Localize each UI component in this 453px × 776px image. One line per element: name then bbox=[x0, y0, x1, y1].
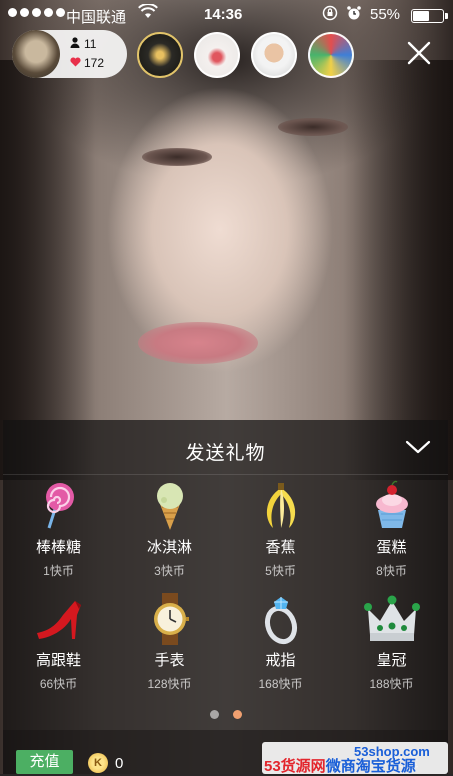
host-info-pill[interactable]: 11 172 bbox=[12, 30, 127, 78]
close-icon[interactable] bbox=[402, 36, 436, 70]
gift-price: 66快币 bbox=[39, 677, 78, 691]
person-icon bbox=[70, 37, 84, 51]
gift-name: 高跟鞋 bbox=[35, 652, 81, 669]
gift-item-crown[interactable]: 皇冠 188快币 bbox=[336, 593, 447, 703]
gift-price: 168快币 bbox=[258, 677, 303, 691]
gift-name: 蛋糕 bbox=[376, 539, 407, 556]
coin-icon: K bbox=[88, 753, 108, 773]
gift-name: 冰淇淋 bbox=[146, 539, 192, 556]
gift-name: 皇冠 bbox=[376, 652, 407, 669]
gift-price: 1快币 bbox=[43, 564, 74, 578]
recharge-button[interactable]: 充值 bbox=[16, 750, 73, 774]
video-eye-right bbox=[278, 118, 348, 136]
gift-price: 188快币 bbox=[369, 677, 414, 691]
crown-icon bbox=[362, 593, 422, 645]
gift-name: 手表 bbox=[154, 652, 185, 669]
carrier-name: 中国联通 bbox=[66, 9, 127, 26]
watermark-brand: 53货源网微商淘宝货源 bbox=[264, 755, 416, 776]
gift-item-banana[interactable]: 香蕉 5快币 bbox=[225, 480, 336, 590]
like-count: 172 bbox=[84, 56, 105, 70]
battery-fill bbox=[413, 11, 429, 21]
gift-item-cake[interactable]: 蛋糕 8快币 bbox=[336, 480, 447, 590]
gift-price: 8快币 bbox=[376, 564, 407, 578]
page-indicator bbox=[210, 710, 242, 719]
clock-time: 14:36 bbox=[204, 6, 243, 23]
high-heel-icon bbox=[29, 593, 89, 645]
viewer-avatar[interactable] bbox=[137, 32, 183, 78]
video-shade-left bbox=[0, 60, 95, 480]
lollipop-icon bbox=[29, 480, 89, 532]
viewer-count-row: 11 bbox=[70, 37, 96, 51]
alarm-icon bbox=[346, 5, 362, 24]
gift-item-watch[interactable]: 手表 128快币 bbox=[114, 593, 225, 703]
watermark-brand-red: 53货源网 bbox=[264, 758, 326, 775]
gift-item-high-heel[interactable]: 高跟鞋 66快币 bbox=[3, 593, 114, 703]
ice-cream-icon bbox=[140, 480, 200, 532]
gift-name: 戒指 bbox=[265, 652, 296, 669]
host-avatar[interactable] bbox=[12, 30, 60, 78]
heart-icon bbox=[70, 57, 84, 70]
gift-item-ring[interactable]: 戒指 168快币 bbox=[225, 593, 336, 703]
battery-icon bbox=[411, 9, 448, 23]
viewer-avatar[interactable] bbox=[194, 32, 240, 78]
chevron-down-icon[interactable] bbox=[401, 432, 435, 462]
signal-dots-icon bbox=[8, 8, 65, 17]
viewer-avatar[interactable] bbox=[251, 32, 297, 78]
like-count-row: 172 bbox=[70, 56, 104, 70]
gift-price: 5快币 bbox=[265, 564, 296, 578]
gift-item-lollipop[interactable]: 棒棒糖 1快币 bbox=[3, 480, 114, 590]
cake-icon bbox=[362, 480, 422, 532]
panel-divider bbox=[3, 474, 448, 475]
ring-icon bbox=[251, 593, 311, 645]
banana-icon bbox=[251, 480, 311, 532]
gift-price: 128快币 bbox=[147, 677, 192, 691]
watermark: 53shop.com 53货源网微商淘宝货源 bbox=[262, 742, 448, 776]
video-shade-right bbox=[343, 60, 453, 480]
watermark-brand-blue: 微商淘宝货源 bbox=[325, 758, 416, 775]
orientation-lock-icon bbox=[322, 5, 338, 25]
viewer-avatar[interactable] bbox=[308, 32, 354, 78]
video-eye-left bbox=[142, 148, 212, 166]
gift-name: 棒棒糖 bbox=[35, 539, 81, 556]
video-lips bbox=[138, 322, 258, 364]
viewer-count: 11 bbox=[84, 37, 97, 51]
page-dot-2[interactable] bbox=[233, 710, 242, 719]
watch-icon bbox=[140, 593, 200, 645]
gift-item-ice-cream[interactable]: 冰淇淋 3快币 bbox=[114, 480, 225, 590]
wifi-icon bbox=[138, 3, 158, 25]
gift-panel-title: 发送礼物 bbox=[185, 443, 266, 464]
page-dot-1[interactable] bbox=[210, 710, 219, 719]
coin-balance: 0 bbox=[115, 755, 124, 772]
gift-panel: 发送礼物 棒棒糖 1快币 冰淇淋 3快币 香蕉 5快币 蛋糕 8快币 高跟鞋 6… bbox=[3, 420, 448, 730]
gift-name: 香蕉 bbox=[265, 539, 296, 556]
battery-percent: 55% bbox=[370, 6, 401, 23]
gift-price: 3快币 bbox=[154, 564, 185, 578]
status-bar: 中国联通 14:36 55% bbox=[0, 0, 453, 30]
